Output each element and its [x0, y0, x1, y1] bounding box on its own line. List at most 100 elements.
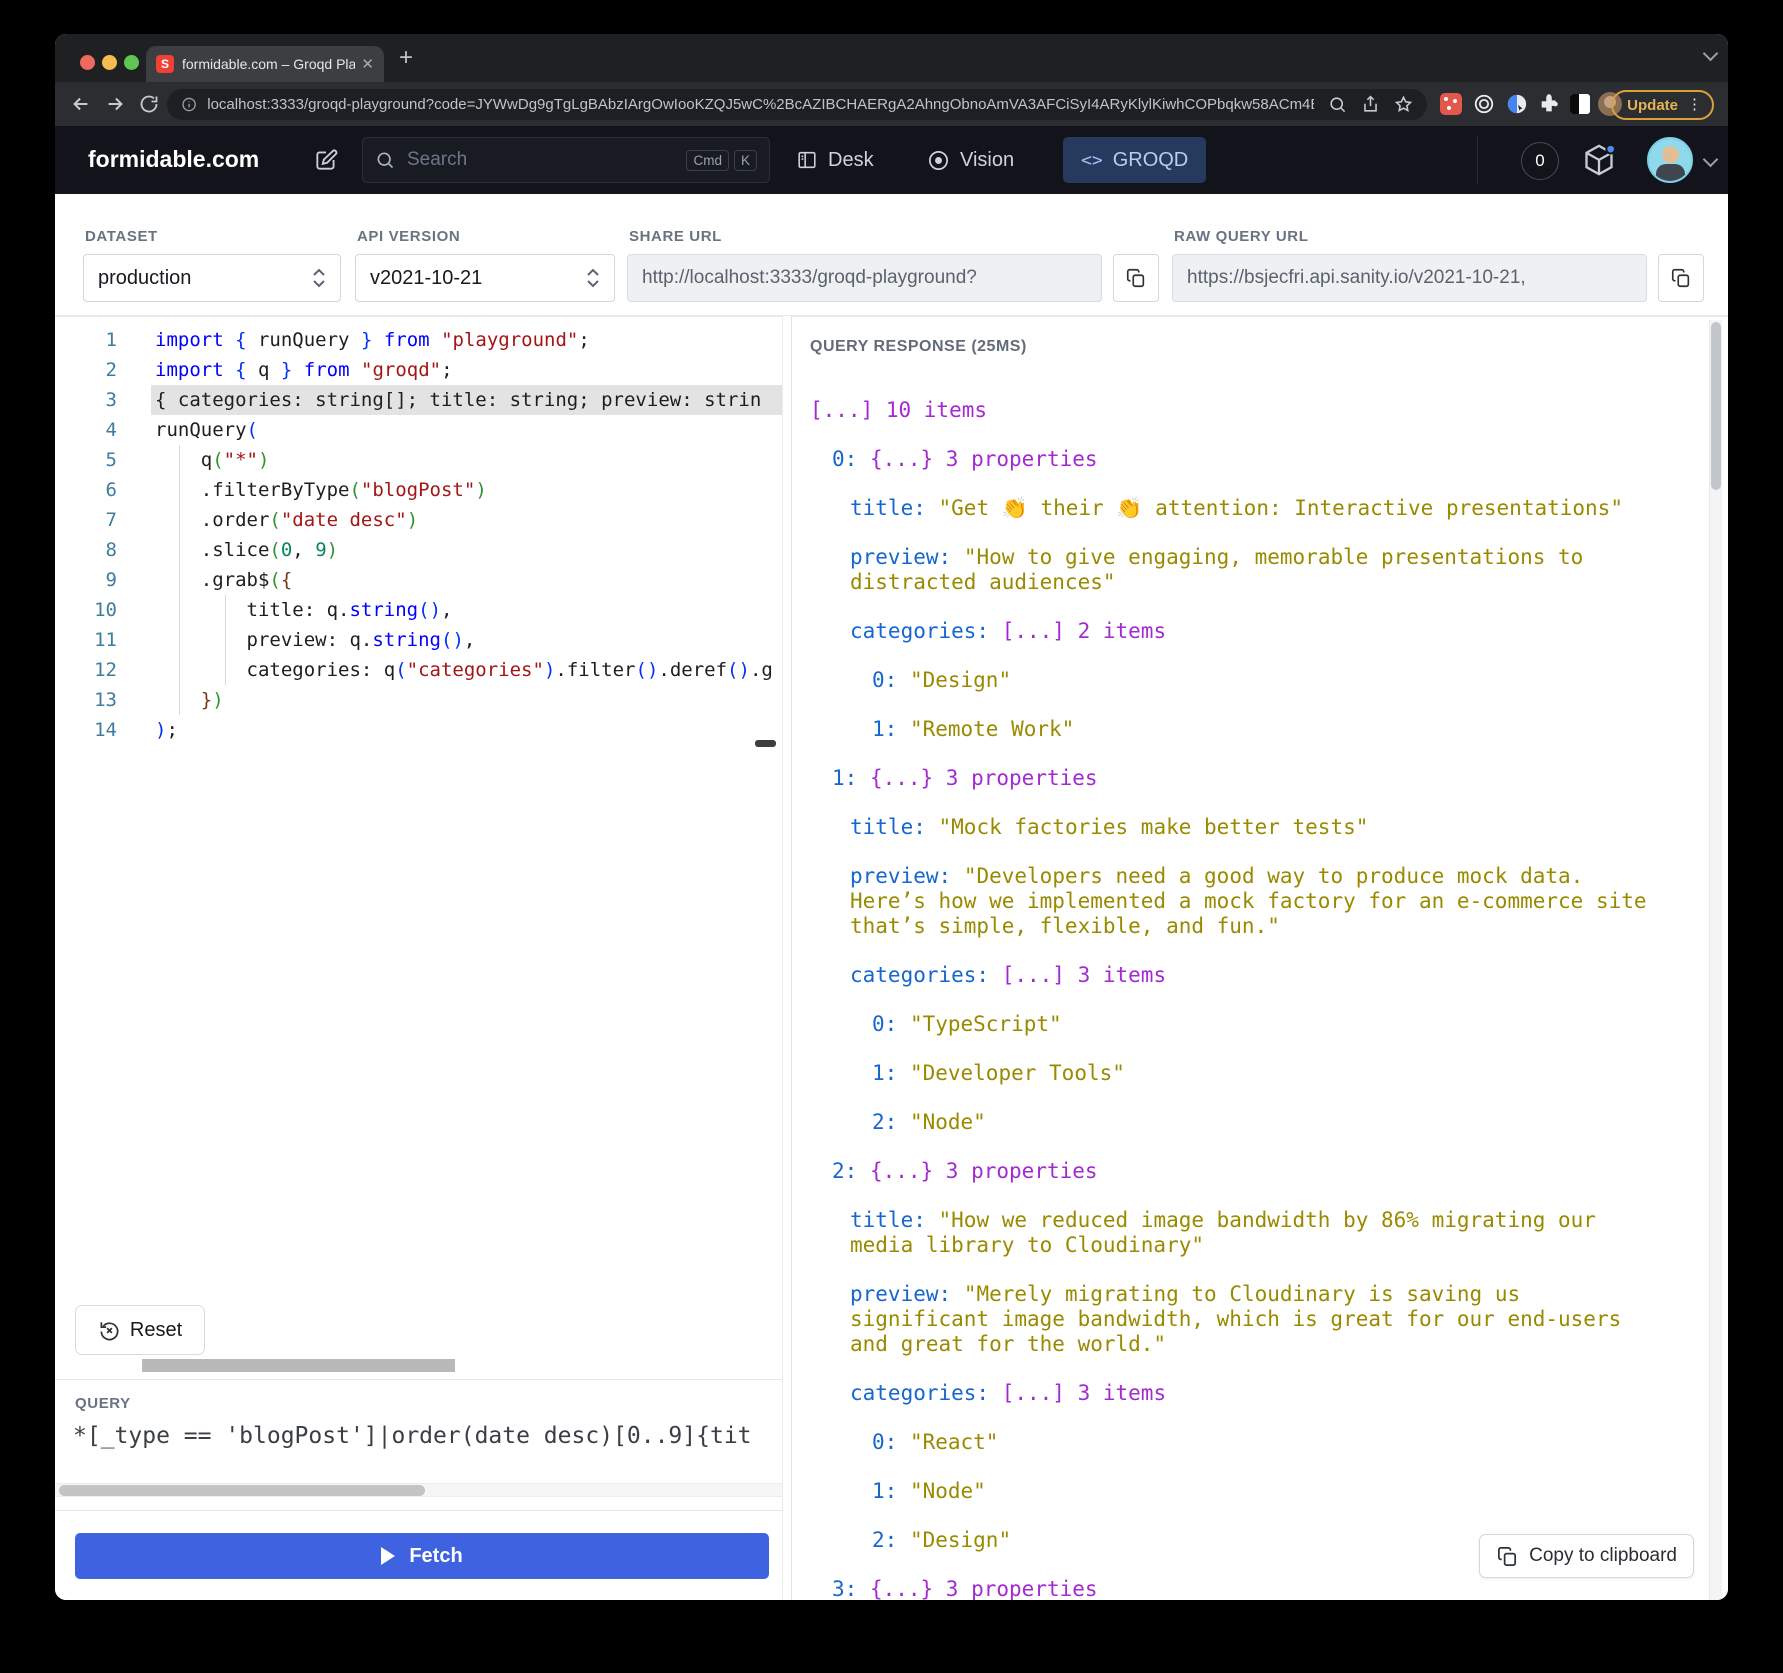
- json-key: preview:: [850, 545, 951, 569]
- extension-devtools-icon[interactable]: [1439, 92, 1463, 116]
- tab-search-chevron-icon[interactable]: [1703, 46, 1719, 62]
- search-input[interactable]: [405, 148, 681, 172]
- macos-close-button[interactable]: [80, 55, 95, 70]
- tab-vision[interactable]: Vision: [927, 137, 1014, 183]
- line-number: 9: [55, 565, 117, 595]
- reset-button[interactable]: Reset: [75, 1305, 205, 1355]
- code-token: (: [418, 599, 429, 621]
- forward-button[interactable]: [101, 90, 129, 118]
- studio-search[interactable]: Cmd K: [362, 137, 770, 183]
- zoom-icon[interactable]: [1328, 95, 1347, 114]
- package-cube-icon[interactable]: [1579, 140, 1619, 180]
- response-scrollbar-thumb[interactable]: [1711, 322, 1721, 490]
- macos-fullscreen-button[interactable]: [124, 55, 139, 70]
- extension-target-icon[interactable]: [1472, 92, 1496, 116]
- editor-horizontal-scrollbar[interactable]: [142, 1359, 455, 1372]
- tab-groqd-active[interactable]: <> GROQD: [1063, 137, 1206, 183]
- code-token: ): [475, 479, 486, 501]
- extension-password-icon[interactable]: [1505, 92, 1529, 116]
- back-button[interactable]: [67, 90, 95, 118]
- json-collapse-marker[interactable]: [...] 2 items: [1002, 619, 1166, 643]
- notifications-badge[interactable]: 0: [1521, 142, 1559, 180]
- code-token: }: [201, 689, 212, 711]
- api-version-select[interactable]: v2021-10-21: [355, 254, 615, 302]
- line-number: 13: [55, 685, 117, 715]
- json-key: preview:: [850, 864, 951, 888]
- code-token: [224, 329, 235, 351]
- user-avatar[interactable]: [1647, 137, 1693, 183]
- json-collapse-marker[interactable]: [...] 10 items: [810, 398, 987, 422]
- share-url-label: SHARE URL: [629, 228, 722, 245]
- fetch-button[interactable]: Fetch: [75, 1533, 769, 1579]
- extension-contrast-icon[interactable]: [1568, 92, 1592, 116]
- json-string: "Design": [910, 668, 1011, 692]
- code-token: (: [395, 659, 406, 681]
- json-collapse-marker[interactable]: [...] 3 items: [1002, 1381, 1166, 1405]
- query-scrollbar-thumb[interactable]: [59, 1485, 425, 1496]
- code-token: "categories": [407, 659, 544, 681]
- code-token: (: [727, 659, 738, 681]
- macos-minimize-button[interactable]: [102, 55, 117, 70]
- chrome-menu-icon[interactable]: ⋮: [1687, 102, 1702, 108]
- code-line: 3{ categories: string[]; title: string; …: [55, 385, 782, 415]
- share-url-copy-button[interactable]: [1113, 254, 1159, 302]
- code-token: }: [361, 329, 372, 351]
- json-collapse-marker[interactable]: [...] 3 items: [1002, 963, 1166, 987]
- dataset-select[interactable]: production: [83, 254, 341, 302]
- line-number: 3: [55, 385, 117, 415]
- code-editor[interactable]: 1import { runQuery } from "playground";2…: [55, 316, 783, 1600]
- groq-query-text: *[_type == 'blogPost']|order(date desc)[…: [73, 1423, 783, 1449]
- line-number: 5: [55, 445, 117, 475]
- code-token: .g: [750, 659, 773, 681]
- bookmark-star-icon[interactable]: [1394, 95, 1413, 114]
- json-collapse-marker[interactable]: {...} 3 properties: [870, 766, 1098, 790]
- new-tab-button[interactable]: +: [399, 44, 413, 72]
- query-scrollbar-track[interactable]: [55, 1483, 783, 1497]
- json-key: categories:: [850, 963, 989, 987]
- code-token: [430, 329, 441, 351]
- share-url-input[interactable]: http://localhost:3333/groqd-playground?: [627, 254, 1102, 302]
- code-token: import: [155, 329, 224, 351]
- response-scrollbar-track[interactable]: [1709, 320, 1722, 1600]
- code-token: "*": [224, 449, 258, 471]
- studio-title[interactable]: formidable.com: [88, 146, 259, 173]
- extensions-puzzle-icon[interactable]: [1537, 92, 1561, 116]
- share-icon[interactable]: [1361, 95, 1380, 114]
- vision-eye-icon: [927, 149, 950, 172]
- compose-icon[interactable]: [313, 147, 339, 173]
- site-info-icon[interactable]: [181, 96, 197, 113]
- code-token: .slice: [155, 539, 269, 561]
- json-string: "Node": [910, 1110, 986, 1134]
- line-number: 10: [55, 595, 117, 625]
- json-collapse-marker[interactable]: {...} 3 properties: [870, 1159, 1098, 1183]
- tab-close-icon[interactable]: ✕: [361, 55, 374, 73]
- code-token: (: [212, 449, 223, 471]
- desk-icon: [796, 149, 818, 171]
- code-token: [155, 689, 201, 711]
- json-key: 2:: [832, 1159, 857, 1183]
- json-string: "Developers need a good way to produce m…: [850, 864, 1647, 938]
- json-text: [926, 815, 939, 839]
- code-token: [224, 359, 235, 381]
- line-number: 7: [55, 505, 117, 535]
- raw-query-url-input[interactable]: https://bsjecfri.api.sanity.io/v2021-10-…: [1172, 254, 1647, 302]
- avatar-chevron-down-icon[interactable]: [1703, 152, 1719, 168]
- code-line: 2import { q } from "groqd";: [55, 355, 782, 385]
- code-line: 10 title: q.string(),: [55, 595, 782, 625]
- json-string: "Merely migrating to Cloudinary is savin…: [850, 1282, 1621, 1356]
- copy-to-clipboard-button[interactable]: Copy to clipboard: [1479, 1534, 1694, 1578]
- json-collapse-marker[interactable]: {...} 3 properties: [870, 447, 1098, 471]
- browser-tab[interactable]: S formidable.com – Groqd Playg ✕: [146, 46, 384, 82]
- line-number: 12: [55, 655, 117, 685]
- json-text: [897, 668, 910, 692]
- chrome-update-button[interactable]: Update ⋮: [1611, 90, 1714, 120]
- json-key: title:: [850, 815, 926, 839]
- code-token: "blogPost": [361, 479, 475, 501]
- address-bar[interactable]: localhost:3333/groqd-playground?code=JYW…: [167, 89, 1427, 120]
- code-token: (: [269, 539, 280, 561]
- json-collapse-marker[interactable]: {...} 3 properties: [870, 1577, 1098, 1600]
- reload-button[interactable]: [135, 90, 163, 118]
- pane-resize-handle[interactable]: [755, 740, 776, 747]
- raw-query-url-copy-button[interactable]: [1658, 254, 1704, 302]
- tab-desk[interactable]: Desk: [796, 137, 874, 183]
